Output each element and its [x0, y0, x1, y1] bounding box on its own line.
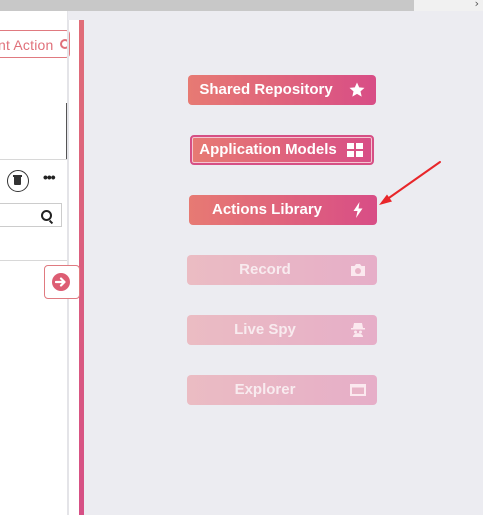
horizontal-scrollbar[interactable]: ›: [0, 0, 483, 11]
explorer-label: Explorer: [234, 381, 296, 398]
shared-repository-button[interactable]: Shared Repository: [188, 75, 376, 105]
grid-icon: [347, 143, 363, 157]
live-spy-button[interactable]: Live Spy: [187, 315, 377, 345]
main-area: Shared Repository Application Models Act…: [84, 11, 483, 515]
search-input[interactable]: [0, 203, 62, 227]
main-top-gap: [68, 11, 84, 20]
spy-icon: [351, 323, 365, 337]
add-action-label: nt Action: [0, 37, 54, 53]
more-options-icon[interactable]: •••: [43, 169, 56, 185]
actions-library-label: Actions Library: [211, 201, 323, 218]
application-models-label: Application Models: [199, 141, 337, 158]
pane-border: [67, 11, 69, 515]
record-label: Record: [239, 261, 291, 278]
actions-library-button[interactable]: Actions Library: [189, 195, 377, 225]
trash-icon[interactable]: [7, 170, 29, 192]
arrow-right-icon: [52, 273, 70, 291]
search-icon: [41, 210, 52, 221]
app-window: › nt Action ••• Shared Repository Applic…: [0, 0, 483, 515]
add-action-button[interactable]: nt Action: [0, 30, 70, 58]
live-spy-label: Live Spy: [234, 321, 296, 338]
scroll-right-arrow-icon[interactable]: ›: [475, 0, 479, 10]
explorer-button[interactable]: Explorer: [187, 375, 377, 405]
divider: [0, 159, 68, 160]
application-models-button[interactable]: Application Models: [190, 135, 374, 165]
divider: [0, 260, 68, 261]
expand-panel-button[interactable]: [44, 265, 80, 299]
camera-icon: [351, 264, 365, 276]
shared-repository-label: Shared Repository: [199, 81, 333, 98]
left-pane: nt Action •••: [0, 11, 70, 515]
lightning-icon: [353, 202, 363, 218]
annotation-arrow-icon: [379, 161, 441, 205]
window-icon: [350, 384, 366, 396]
star-icon: [349, 82, 365, 97]
scrollbar-thumb[interactable]: [0, 0, 414, 11]
record-button[interactable]: Record: [187, 255, 377, 285]
